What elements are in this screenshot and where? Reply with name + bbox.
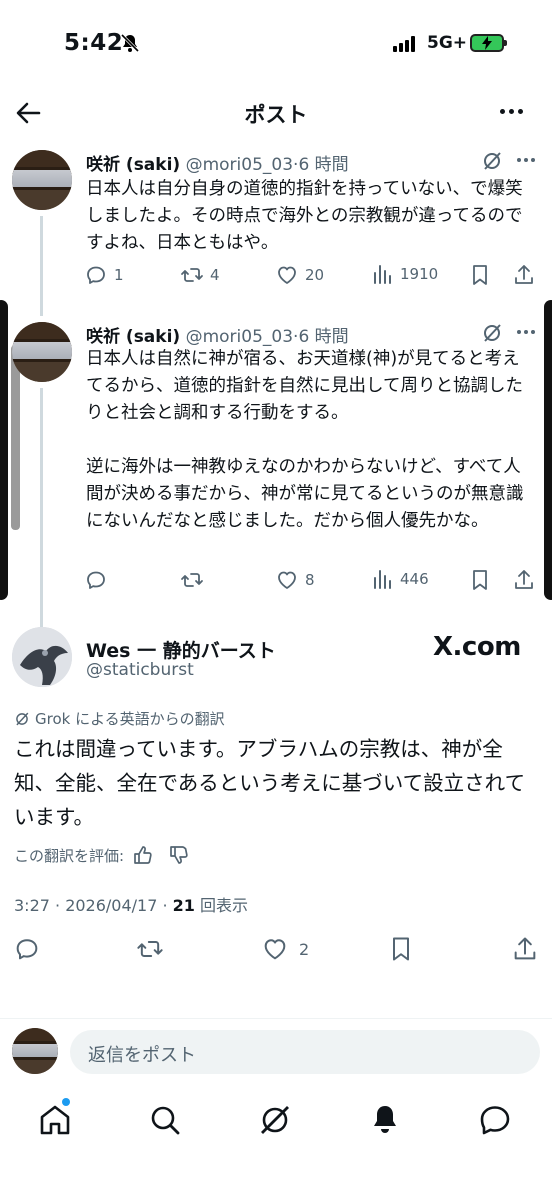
grok-icon	[16, 712, 29, 725]
reply-input[interactable]: 返信をポスト	[70, 1030, 540, 1074]
post-time: 6 時間	[298, 155, 349, 175]
post-time: 6 時間	[298, 327, 349, 347]
heart-icon	[264, 939, 286, 960]
more-icon[interactable]	[517, 158, 535, 162]
heart-icon	[278, 266, 296, 284]
reply-icon	[87, 571, 105, 589]
action-bar: 1 4 20 1910	[84, 263, 544, 289]
view-label: 回表示	[194, 896, 249, 915]
translation-note: Grok による英語からの翻訳	[14, 708, 225, 729]
status-bar: 5:42 5G+	[0, 0, 552, 90]
view-count: 446	[400, 570, 429, 588]
bell-slash-icon	[120, 33, 140, 53]
search-icon[interactable]	[147, 1102, 183, 1138]
repost-icon	[137, 941, 163, 957]
more-icon[interactable]	[517, 330, 535, 334]
network-label: 5G+	[427, 33, 468, 53]
thread-line	[40, 216, 43, 316]
share-icon[interactable]	[511, 935, 539, 963]
thumbs-up-icon[interactable]	[132, 844, 154, 866]
more-icon[interactable]	[500, 109, 523, 114]
repost-icon	[181, 573, 203, 587]
rate-label: この翻訳を評価:	[14, 846, 125, 865]
like-count: 2	[299, 939, 310, 959]
repost-icon	[181, 268, 203, 282]
view-count: 21	[172, 896, 195, 915]
display-name[interactable]: Wes 一 静的バースト	[86, 636, 276, 663]
views-button[interactable]: 446	[372, 568, 429, 590]
like-count: 20	[305, 266, 325, 284]
avatar[interactable]	[12, 1028, 58, 1074]
post-paragraph: 逆に海外は一神教ゆえなのかわからないけど、すべて人間が決める事だから、神が常に見…	[86, 457, 524, 531]
post-header: 咲祈 (saki) @mori05_03·6 時間	[86, 327, 349, 347]
post-text: 日本人は自然に神が宿る、お天道様(神)が見てると考えてるから、道徳的指針を自然に…	[86, 346, 531, 562]
reply-button[interactable]	[84, 568, 114, 592]
bookmark-icon[interactable]	[468, 263, 492, 287]
handle[interactable]: @mori05_03	[186, 155, 293, 175]
timestamp-text: 3:27 · 2026/04/17 ·	[14, 896, 173, 915]
like-button[interactable]: 2	[261, 935, 309, 963]
post-paragraph: 日本人は自分自身の道徳的指針を持っていない、で爆笑しましたよ。その時点で海外との…	[86, 179, 523, 253]
post-header: 咲祈 (saki) @mori05_03·6 時間	[86, 155, 349, 175]
signal-icon	[393, 36, 415, 52]
like-button[interactable]: 8	[275, 568, 315, 592]
status-time: 5:42	[64, 30, 124, 56]
grok-icon[interactable]	[481, 322, 503, 344]
post-text: これは間違っています。アブラハムの宗教は、神が全知、全能、全在であるという考えに…	[14, 737, 526, 829]
reply-button[interactable]	[13, 935, 41, 963]
thumbs-down-icon[interactable]	[168, 844, 190, 866]
post-paragraph: 日本人は自然に神が宿る、お天道様(神)が見てると考えてるから、道徳的指針を自然に…	[86, 349, 523, 423]
watermark: X.com	[433, 632, 521, 662]
reply-count: 1	[114, 266, 124, 284]
avatar[interactable]	[12, 627, 72, 687]
header: ポスト	[0, 95, 552, 135]
heart-icon	[278, 571, 296, 589]
messages-icon[interactable]	[477, 1102, 513, 1138]
handle[interactable]: @staticburst	[86, 660, 194, 680]
repost-button[interactable]: 4	[180, 263, 220, 287]
action-bar: 8 446	[84, 568, 544, 594]
notification-dot	[62, 1098, 70, 1106]
display-name[interactable]: 咲祈 (saki)	[86, 327, 180, 347]
like-count: 8	[305, 571, 315, 589]
bookmark-icon[interactable]	[468, 568, 492, 592]
page-title: ポスト	[244, 103, 308, 127]
grok-icon[interactable]	[481, 150, 503, 172]
action-bar: 2	[0, 935, 552, 965]
thread-line	[40, 388, 43, 628]
display-name[interactable]: 咲祈 (saki)	[86, 155, 180, 175]
views-button[interactable]: 1910	[372, 263, 438, 285]
share-icon[interactable]	[512, 263, 536, 287]
repost-button[interactable]	[180, 568, 210, 592]
home-icon[interactable]	[37, 1102, 73, 1138]
view-count: 1910	[400, 265, 439, 283]
post-timestamp: 3:27 · 2026/04/17 · 21 回表示	[14, 892, 248, 916]
rate-translation: この翻訳を評価:	[14, 844, 190, 866]
bookmark-icon[interactable]	[387, 935, 415, 963]
reply-icon	[16, 939, 38, 960]
translation-label: Grok による英語からの翻訳	[35, 710, 225, 728]
handle[interactable]: @mori05_03	[186, 327, 293, 347]
right-edge	[544, 300, 552, 600]
views-icon	[374, 265, 391, 284]
battery-charging-icon	[470, 34, 507, 52]
views-icon	[374, 570, 391, 589]
notifications-icon[interactable]	[367, 1102, 403, 1138]
tab-bar	[0, 1090, 552, 1150]
left-edge	[0, 300, 8, 600]
grok-icon[interactable]	[257, 1102, 293, 1138]
share-icon[interactable]	[512, 568, 536, 592]
like-button[interactable]: 20	[275, 263, 324, 287]
repost-button[interactable]	[136, 935, 164, 963]
reply-bar: 返信をポスト	[0, 1018, 552, 1084]
reply-button[interactable]: 1	[84, 263, 124, 287]
reply-icon	[87, 266, 105, 284]
avatar[interactable]	[12, 150, 72, 210]
avatar[interactable]	[12, 322, 72, 382]
repost-count: 4	[210, 266, 220, 284]
